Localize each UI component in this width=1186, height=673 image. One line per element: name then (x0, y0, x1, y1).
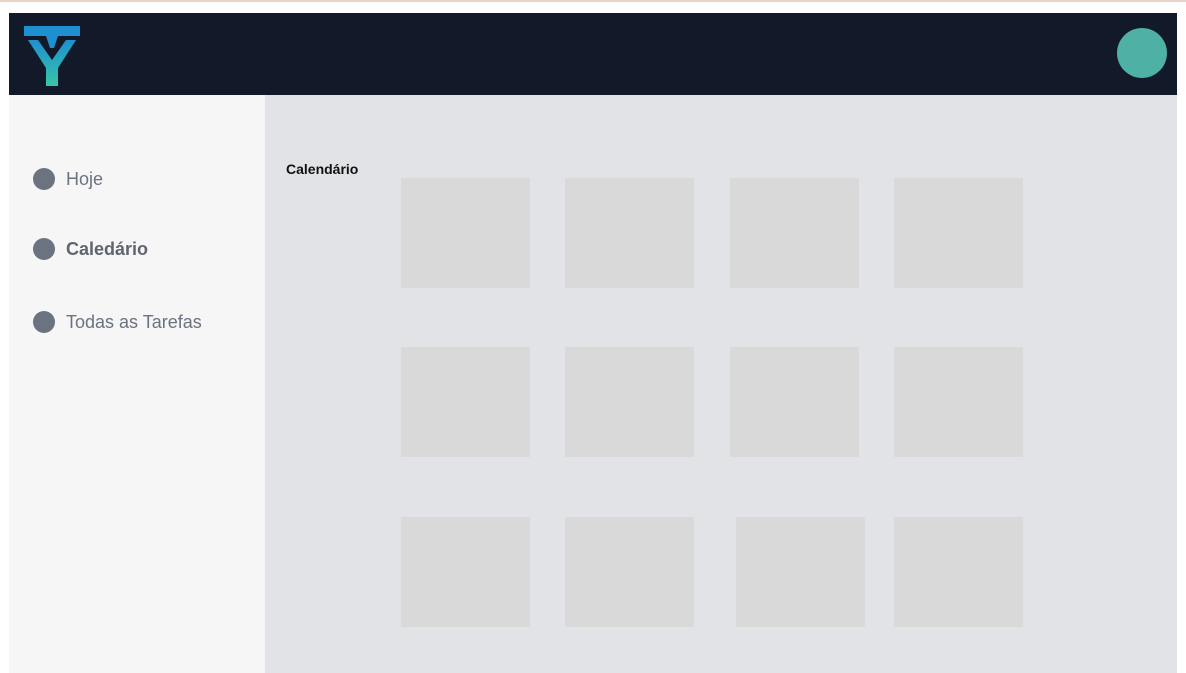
calendar-cell[interactable] (565, 517, 694, 627)
calendar-cell[interactable] (894, 178, 1023, 288)
calendar-cell[interactable] (401, 517, 530, 627)
sidebar-item-label: Todas as Tarefas (66, 311, 202, 332)
calendar-cell[interactable] (401, 178, 530, 288)
sidebar-item-calendario[interactable]: Caledário (33, 235, 148, 263)
top-border (0, 0, 1186, 2)
sidebar: Hoje Caledário Todas as Tarefas (9, 95, 265, 673)
top-header (9, 13, 1177, 95)
sidebar-item-hoje[interactable]: Hoje (33, 165, 103, 193)
ty-logo-icon[interactable] (24, 24, 80, 86)
calendar-cell[interactable] (565, 178, 694, 288)
calendar-cell[interactable] (565, 347, 694, 457)
sidebar-item-label: Hoje (66, 168, 104, 189)
app-window: Hoje Caledário Todas as Tarefas Calendár… (9, 13, 1177, 673)
circle-icon (33, 311, 55, 333)
calendar-cell[interactable] (401, 347, 530, 457)
circle-icon (33, 168, 55, 190)
sidebar-item-todas-as-tarefas[interactable]: Todas as Tarefas (33, 308, 202, 336)
calendar-cell[interactable] (730, 347, 859, 457)
calendar-cell[interactable] (730, 178, 859, 288)
calendar-cell[interactable] (894, 347, 1023, 457)
page-title: Calendário (286, 161, 359, 177)
user-avatar[interactable] (1117, 28, 1167, 78)
calendar-cell[interactable] (894, 517, 1023, 627)
circle-icon (33, 238, 55, 260)
sidebar-item-label: Caledário (66, 238, 149, 259)
main-content: Calendário (265, 95, 1177, 673)
calendar-cell[interactable] (736, 517, 865, 627)
